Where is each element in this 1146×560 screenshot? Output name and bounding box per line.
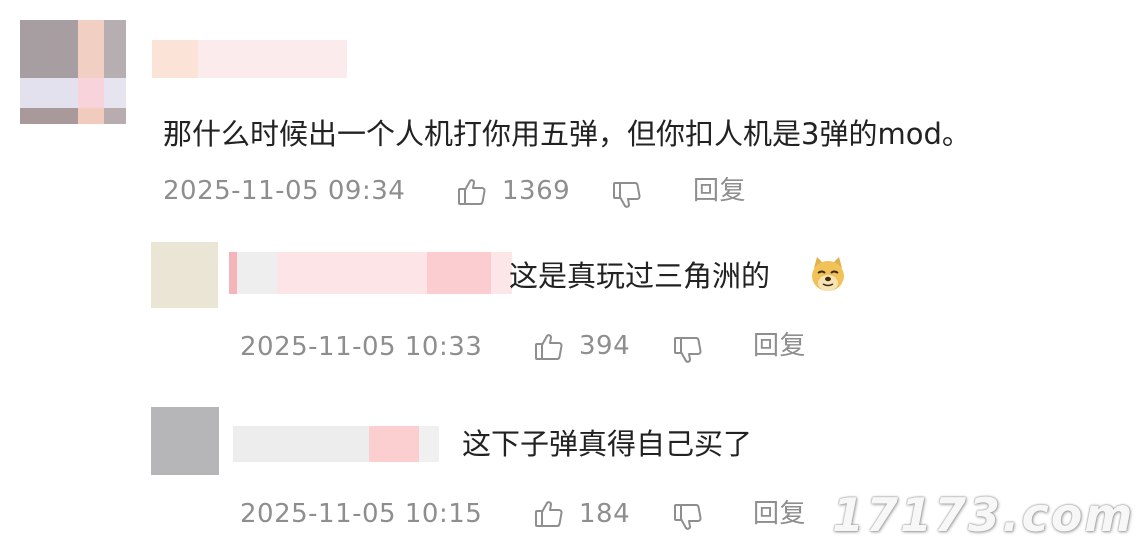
thumbs-down-icon[interactable] bbox=[672, 501, 704, 533]
comment-text: 这下子弹真得自己买了 bbox=[462, 427, 753, 461]
username[interactable] bbox=[229, 252, 512, 294]
thumbs-up-icon[interactable] bbox=[533, 498, 565, 530]
avatar[interactable] bbox=[151, 407, 219, 475]
thumbs-up-icon[interactable] bbox=[456, 176, 488, 208]
avatar[interactable] bbox=[20, 20, 126, 124]
like-count: 394 bbox=[579, 331, 631, 361]
doge-emoji bbox=[808, 254, 846, 292]
username[interactable] bbox=[233, 426, 439, 462]
thumbs-down-icon[interactable] bbox=[672, 334, 704, 366]
reply-button[interactable]: 回复 bbox=[693, 176, 746, 206]
watermark-logo: 17173.com bbox=[832, 488, 1135, 542]
comment-text: 那什么时候出一个人机打你用五弹，但你扣人机是3弹的mod。 bbox=[163, 117, 971, 151]
comment-text: 这是真玩过三角洲的 bbox=[509, 259, 771, 293]
timestamp: 2025-11-05 10:15 bbox=[240, 499, 483, 529]
thumbs-up-icon[interactable] bbox=[533, 331, 565, 363]
reply-button[interactable]: 回复 bbox=[753, 331, 806, 361]
avatar[interactable] bbox=[151, 242, 218, 308]
timestamp: 2025-11-05 09:34 bbox=[163, 176, 406, 206]
like-count: 1369 bbox=[502, 176, 571, 206]
thumbs-down-icon[interactable] bbox=[611, 179, 643, 211]
username[interactable] bbox=[152, 40, 347, 78]
reply-button[interactable]: 回复 bbox=[753, 499, 806, 529]
like-count: 184 bbox=[579, 499, 631, 529]
timestamp: 2025-11-05 10:33 bbox=[240, 332, 483, 362]
